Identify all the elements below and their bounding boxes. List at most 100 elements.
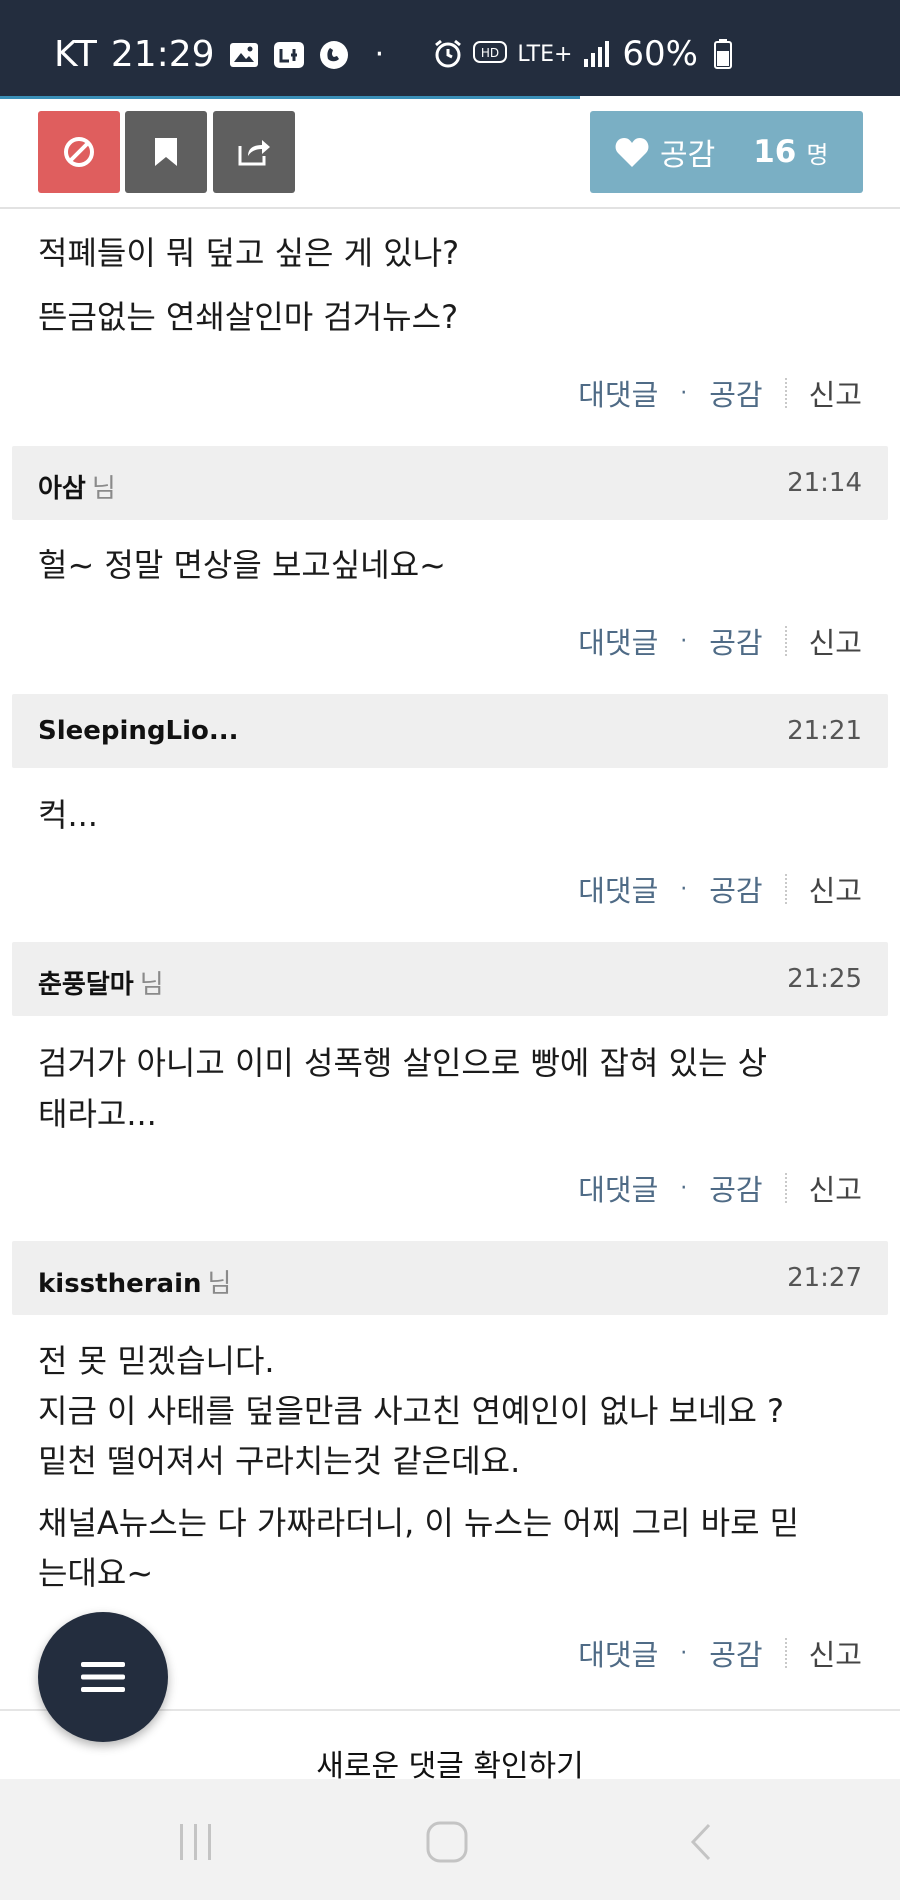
author-honorific: 님 bbox=[139, 970, 164, 1000]
battery-icon bbox=[714, 39, 732, 69]
hd-voice-icon: HD bbox=[473, 41, 508, 67]
reply-link[interactable]: 대댓글 bbox=[578, 372, 658, 414]
like-count: 16 bbox=[753, 134, 797, 170]
comment-body: 적폐들이 뭐 덮고 싶은 게 있나? 뜬금없는 연쇄살인마 검거뉴스? bbox=[38, 228, 459, 343]
author-name: 아삼 bbox=[38, 474, 86, 504]
comment-header: 춘풍달마 님 21:25 bbox=[12, 942, 888, 1016]
comment-author[interactable]: 아삼 님 bbox=[38, 468, 116, 505]
divider bbox=[784, 626, 787, 656]
comment-like-link[interactable]: 공감 bbox=[709, 372, 762, 414]
new-comments-label: 새로운 댓글 확인하기 bbox=[316, 1749, 584, 1779]
svg-text:HD: HD bbox=[481, 46, 499, 60]
author-name: kisstherain bbox=[38, 1269, 202, 1299]
like-button[interactable]: 공감 16 명 bbox=[590, 111, 863, 193]
comment-time: 21:21 bbox=[787, 716, 862, 746]
comment-line: 검거가 아니고 이미 성폭행 살인으로 빵에 잡혀 있는 상 bbox=[38, 1044, 768, 1082]
comment-line: 헐~ 정말 면상을 보고싶네요~ bbox=[38, 546, 446, 584]
hamburger-menu-icon bbox=[81, 1662, 125, 1692]
battery-percent: 60% bbox=[622, 34, 698, 74]
network-type: LTE+ bbox=[517, 41, 573, 67]
share-icon bbox=[238, 140, 270, 166]
comment-like-link[interactable]: 공감 bbox=[709, 868, 762, 910]
comment-header: SleepingLio... 21:21 bbox=[12, 694, 888, 768]
comment-line: 는대요~ bbox=[38, 1554, 154, 1592]
comment-actions: 대댓글 · 공감 신고 bbox=[578, 1632, 862, 1674]
comment-header: 아삼 님 21:14 bbox=[12, 446, 888, 520]
comment-author[interactable]: kisstherain 님 bbox=[38, 1263, 231, 1300]
author-name: SleepingLio... bbox=[38, 716, 239, 746]
bookmark-button[interactable] bbox=[125, 111, 207, 193]
report-link[interactable]: 신고 bbox=[809, 620, 862, 662]
reply-link[interactable]: 대댓글 bbox=[578, 1632, 658, 1674]
alarm-icon bbox=[433, 39, 463, 69]
divider bbox=[784, 1638, 787, 1668]
report-link[interactable]: 신고 bbox=[809, 372, 862, 414]
comment-header: kisstherain 님 21:27 bbox=[12, 1241, 888, 1315]
comment-time: 21:25 bbox=[787, 964, 862, 994]
divider bbox=[784, 874, 787, 904]
recent-apps-button[interactable] bbox=[166, 1817, 226, 1867]
comment-actions: 대댓글 · 공감 신고 bbox=[578, 620, 862, 662]
reply-link[interactable]: 대댓글 bbox=[578, 868, 658, 910]
share-button[interactable] bbox=[213, 111, 295, 193]
like-unit: 명 bbox=[806, 140, 829, 169]
divider bbox=[784, 1173, 787, 1203]
report-link[interactable]: 신고 bbox=[809, 1167, 862, 1209]
separator-dot: · bbox=[680, 1640, 688, 1666]
comment-line: 뜬금없는 연쇄살인마 검거뉴스? bbox=[38, 298, 459, 336]
reply-link[interactable]: 대댓글 bbox=[578, 620, 658, 662]
bookmark-icon bbox=[155, 138, 177, 166]
heart-icon bbox=[615, 138, 649, 167]
status-bar: KT 21:29 · HD LTE+ 60% bbox=[0, 0, 900, 96]
comment-actions: 대댓글 · 공감 신고 bbox=[578, 1167, 862, 1209]
comment-actions: 대댓글 · 공감 신고 bbox=[578, 868, 862, 910]
signal-strength-icon bbox=[582, 39, 612, 69]
more-notifications-dot: · bbox=[374, 37, 385, 72]
block-button[interactable] bbox=[38, 111, 120, 193]
comment-time: 21:27 bbox=[787, 1263, 862, 1293]
comment-body: 헐~ 정말 면상을 보고싶네요~ bbox=[38, 540, 446, 591]
comment-body: 검거가 아니고 이미 성폭행 살인으로 빵에 잡혀 있는 상 태라고... bbox=[38, 1038, 767, 1140]
comment-author[interactable]: SleepingLio... bbox=[38, 716, 245, 746]
comment-line: 컥... bbox=[38, 796, 98, 834]
report-link[interactable]: 신고 bbox=[809, 868, 862, 910]
separator-dot: · bbox=[680, 380, 688, 406]
home-button[interactable] bbox=[417, 1817, 477, 1867]
block-icon bbox=[64, 137, 94, 167]
comment-actions: 대댓글 · 공감 신고 bbox=[578, 372, 862, 414]
comment-line: 적폐들이 뭐 덮고 싶은 게 있나? bbox=[38, 234, 460, 272]
comment-body: 전 못 믿겠습니다. 지금 이 사태를 덮을만큼 사고친 연예인이 없나 보네요… bbox=[38, 1336, 799, 1598]
report-link[interactable]: 신고 bbox=[809, 1632, 862, 1674]
separator-dot: · bbox=[680, 628, 688, 654]
comment-line: 밑천 떨어져서 구라치는것 같은데요. bbox=[38, 1442, 521, 1480]
comment-like-link[interactable]: 공감 bbox=[709, 1167, 762, 1209]
floating-menu-button[interactable] bbox=[38, 1612, 168, 1742]
reply-link[interactable]: 대댓글 bbox=[578, 1167, 658, 1209]
carrier-label: KT bbox=[54, 34, 97, 75]
recent-apps-icon bbox=[180, 1824, 211, 1860]
comment-like-link[interactable]: 공감 bbox=[709, 620, 762, 662]
comment-time: 21:14 bbox=[787, 468, 862, 498]
comment-author[interactable]: 춘풍달마 님 bbox=[38, 964, 164, 1001]
author-name: 춘풍달마 bbox=[38, 970, 134, 1000]
comment-body: 컥... bbox=[38, 790, 98, 841]
comment-like-link[interactable]: 공감 bbox=[709, 1632, 762, 1674]
separator-dot: · bbox=[680, 1175, 688, 1201]
separator-dot: · bbox=[680, 876, 688, 902]
comment-line: 태라고... bbox=[38, 1095, 157, 1133]
home-icon bbox=[426, 1821, 468, 1863]
clock: 21:29 bbox=[110, 34, 215, 75]
back-icon bbox=[690, 1823, 711, 1861]
post-action-bar: 공감 16 명 bbox=[0, 99, 900, 209]
comment-line: 채널A뉴스는 다 가짜라더니, 이 뉴스는 어찌 그리 바로 믿 bbox=[38, 1504, 800, 1542]
author-honorific: 님 bbox=[207, 1269, 232, 1299]
divider bbox=[784, 378, 787, 408]
like-label: 공감 bbox=[660, 138, 716, 173]
back-button[interactable] bbox=[672, 1817, 732, 1867]
app-notification-icon bbox=[273, 41, 305, 69]
call-notification-icon bbox=[319, 40, 349, 70]
comment-line: 지금 이 사태를 덮을만큼 사고친 연예인이 없나 보네요 ? bbox=[38, 1392, 785, 1430]
gallery-notification-icon bbox=[229, 42, 259, 68]
system-navigation-bar bbox=[0, 1779, 900, 1900]
comment-line: 전 못 믿겠습니다. bbox=[38, 1342, 275, 1380]
